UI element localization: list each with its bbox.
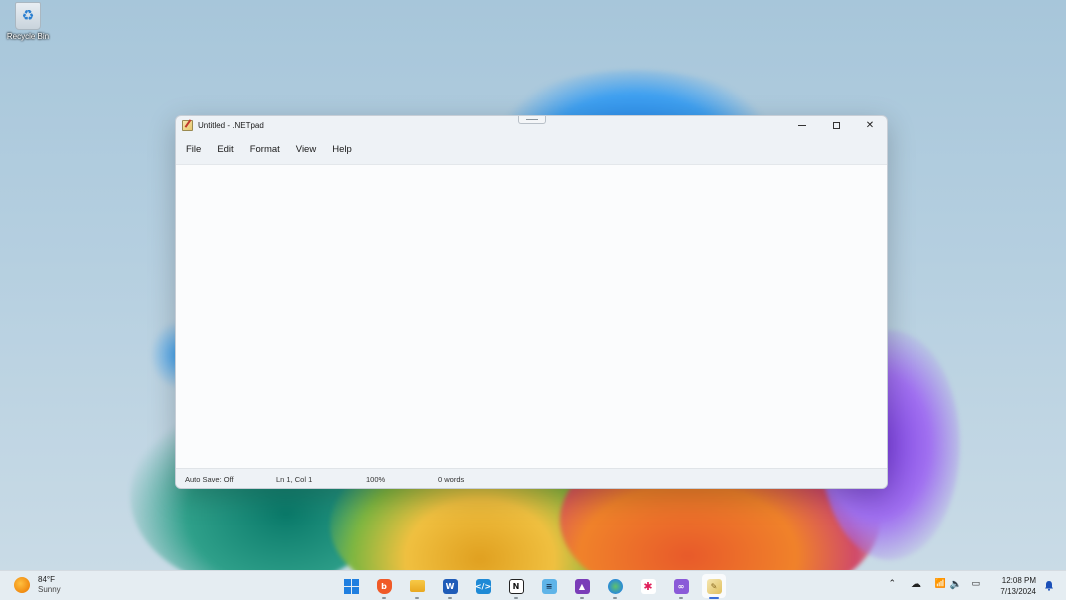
start-button[interactable]: [339, 574, 363, 598]
netpad-app-icon: [182, 120, 193, 131]
taskbar-app-notion[interactable]: N: [504, 574, 528, 599]
taskbar: 84°F Sunny b W </> N ≡ ▲ ✱ ∞ ✎ ⌃ ☁ 📶 🔈 ▭…: [0, 570, 1066, 600]
menu-view[interactable]: View: [288, 135, 324, 164]
taskbar-app-browser[interactable]: [603, 574, 627, 599]
netpad-window: Untitled - .NETpad ✕ File Edit Format Vi…: [175, 115, 888, 489]
title-bar[interactable]: Untitled - .NETpad ✕: [176, 116, 887, 135]
text-editor[interactable]: [176, 164, 887, 469]
windows-logo-icon: [343, 578, 359, 594]
status-bar: Auto Save: Off Ln 1, Col 1 100% 0 words: [176, 468, 887, 488]
menu-bar: File Edit Format View Help: [176, 135, 887, 164]
menu-edit[interactable]: Edit: [209, 135, 241, 164]
notepad-icon: ≡: [541, 578, 557, 594]
taskbar-app-notepad[interactable]: ≡: [537, 574, 561, 598]
chevron-up-icon[interactable]: ⌃: [888, 579, 896, 589]
volume-icon[interactable]: 🔈: [950, 579, 962, 590]
cloud-icon[interactable]: ☁: [911, 579, 921, 590]
status-cursor-position: Ln 1, Col 1: [276, 475, 313, 484]
notification-bell-icon[interactable]: [1044, 580, 1054, 591]
taskbar-app-vscode[interactable]: </>: [471, 574, 495, 598]
status-autosave: Auto Save: Off: [185, 475, 234, 484]
close-button[interactable]: ✕: [853, 116, 887, 135]
taskbar-app-affinity[interactable]: ▲: [570, 574, 594, 599]
clock-date: 7/13/2024: [1000, 587, 1036, 596]
taskbar-app-file-explorer[interactable]: [405, 574, 429, 599]
maximize-icon: [832, 122, 840, 129]
taskbar-app-netpad[interactable]: ✎: [702, 574, 726, 599]
minimize-icon: [798, 125, 806, 126]
slack-icon: ✱: [640, 578, 656, 594]
brave-icon: b: [376, 578, 392, 594]
clock-time: 12:08 PM: [1001, 576, 1036, 585]
window-controls: ✕: [785, 116, 887, 135]
taskbar-app-slack[interactable]: ✱: [636, 574, 660, 598]
status-word-count: 0 words: [438, 475, 465, 484]
weather-condition: Sunny: [38, 585, 61, 594]
sun-icon: [14, 577, 30, 593]
globe-icon: [607, 578, 623, 594]
menu-file[interactable]: File: [178, 135, 209, 164]
weather-widget[interactable]: 84°F Sunny: [14, 575, 61, 595]
taskbar-app-word[interactable]: W: [438, 574, 462, 599]
affinity-icon: ▲: [574, 578, 590, 594]
menu-help[interactable]: Help: [324, 135, 360, 164]
maximize-button[interactable]: [819, 116, 853, 135]
folder-icon: [409, 580, 425, 592]
minimize-button[interactable]: [785, 116, 819, 135]
weather-temperature: 84°F: [38, 575, 55, 584]
clock[interactable]: 12:08 PM 7/13/2024: [1000, 575, 1036, 597]
desktop-icon-label: Recycle Bin: [6, 32, 50, 41]
notion-icon: N: [508, 578, 524, 594]
taskbar-app-visual-studio[interactable]: ∞: [669, 574, 693, 599]
taskbar-app-brave[interactable]: b: [372, 574, 396, 599]
wifi-icon[interactable]: 📶: [935, 579, 946, 589]
menu-format[interactable]: Format: [242, 135, 288, 164]
visual-studio-icon: ∞: [673, 578, 689, 594]
netpad-icon: ✎: [706, 578, 722, 594]
desktop-icon-recycle-bin[interactable]: ♻ Recycle Bin: [4, 2, 52, 41]
window-title: Untitled - .NETpad: [198, 121, 264, 130]
battery-icon[interactable]: ▭: [971, 579, 980, 589]
snap-layout-handle[interactable]: [518, 116, 546, 124]
vscode-icon: </>: [475, 578, 491, 594]
status-zoom: 100%: [366, 475, 386, 484]
word-icon: W: [442, 578, 458, 594]
close-icon: ✕: [865, 120, 875, 131]
recycle-bin-icon: ♻: [15, 2, 41, 30]
